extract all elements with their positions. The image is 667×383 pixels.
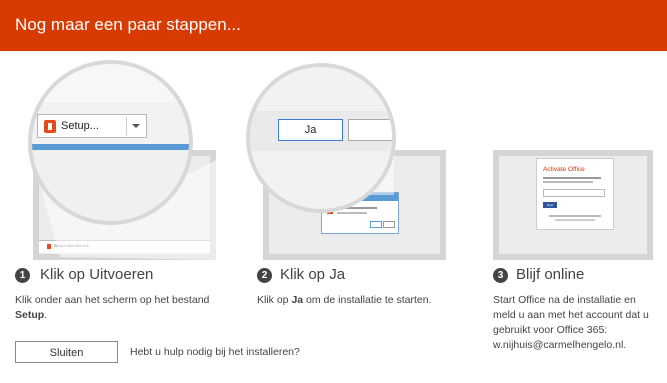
close-button[interactable]: Sluiten	[15, 341, 118, 363]
ja-label: Ja	[304, 124, 317, 136]
step-2-magnifier: Ja	[246, 63, 396, 213]
nee-button[interactable]	[348, 119, 392, 141]
step-3-description: Start Office na de installatie en meld u…	[493, 294, 649, 351]
ja-button[interactable]: Ja	[278, 119, 343, 141]
step-3-screen: Activate Office Next	[493, 150, 653, 260]
step-2-title: Klik op Ja	[280, 266, 346, 283]
step-2-number: 2	[257, 268, 272, 283]
step-3-title: Blijf online	[516, 266, 585, 283]
help-link[interactable]: Hebt u hulp nodig bij het installeren?	[130, 346, 300, 358]
activate-dialog-title: Activate Office	[543, 166, 585, 173]
activate-next-button[interactable]: Next	[543, 202, 557, 208]
step-2-description: Klik op Ja om de installatie te starten.	[257, 294, 432, 306]
activate-dialog: Activate Office Next	[536, 158, 614, 230]
step-3-number: 3	[493, 268, 508, 283]
